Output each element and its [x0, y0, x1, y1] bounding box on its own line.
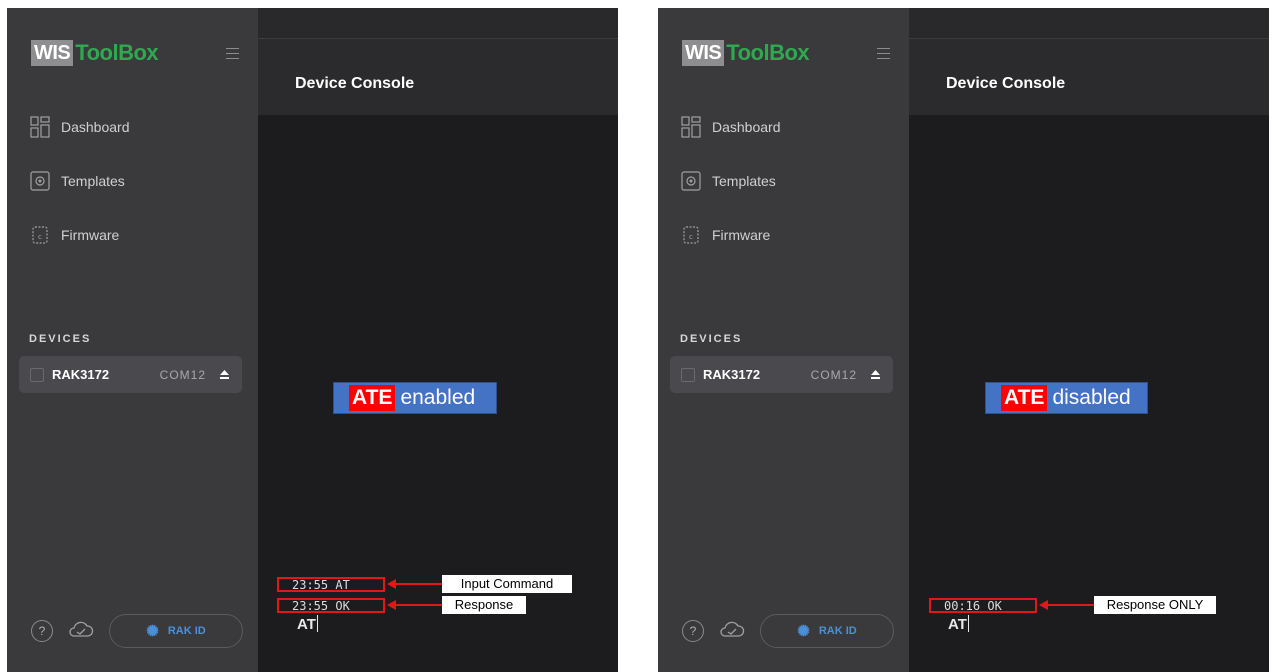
rak-id-label: RAK ID — [818, 625, 857, 637]
sidebar-item-label: Templates — [712, 173, 776, 189]
help-button[interactable]: ? — [31, 620, 53, 642]
device-name: RAK3172 — [52, 367, 110, 382]
page-title: Device Console — [946, 75, 1066, 92]
logo-toolbox: ToolBox — [75, 40, 159, 65]
eject-icon[interactable] — [871, 370, 880, 379]
ate-status-badge: ATE enabled — [333, 382, 497, 414]
cloud-sync-icon[interactable] — [719, 619, 745, 641]
logo-toolbox: ToolBox — [726, 40, 810, 65]
console-input[interactable]: AT — [297, 615, 318, 633]
firmware-icon: c — [29, 224, 51, 246]
page-title: Device Console — [295, 75, 415, 92]
device-port: COM12 — [159, 367, 206, 382]
svg-text:c: c — [689, 233, 693, 241]
svg-text:c: c — [38, 233, 42, 241]
callout-response-only: Response ONLY — [1094, 596, 1216, 614]
sidebar-item-templates[interactable]: Templates — [29, 166, 125, 196]
device-item[interactable]: RAK3172 COM12 — [670, 356, 893, 393]
ate-state: disabled — [1052, 386, 1131, 409]
firmware-icon: c — [680, 224, 702, 246]
console-log-line: 23:55 AT — [277, 577, 385, 592]
device-icon — [30, 367, 44, 382]
sidebar-item-label: Templates — [61, 173, 125, 189]
sidebar-item-label: Dashboard — [61, 119, 130, 135]
eject-icon[interactable] — [220, 370, 229, 379]
help-button[interactable]: ? — [682, 620, 704, 642]
panel-ate-enabled: WIS ToolBox Dashboard Templates c Firmwa… — [7, 8, 618, 672]
sidebar-item-firmware[interactable]: c Firmware — [29, 220, 119, 250]
page-header: Device Console — [909, 39, 1269, 115]
text-cursor — [316, 615, 318, 632]
rak-id-button[interactable]: ✺ RAK ID — [109, 614, 243, 648]
sidebar-item-templates[interactable]: Templates — [680, 166, 776, 196]
panel-ate-disabled: WIS ToolBox Dashboard Templates c Firmwa… — [658, 8, 1269, 672]
menu-icon[interactable] — [226, 48, 239, 59]
callout-response: Response — [442, 596, 526, 614]
menu-icon[interactable] — [877, 48, 890, 59]
devices-heading: DEVICES — [680, 333, 743, 345]
console-input-value: AT — [297, 616, 316, 633]
ate-label: ATE — [349, 385, 396, 411]
console-log-line: 23:55 OK — [277, 598, 385, 613]
text-cursor — [967, 615, 969, 632]
top-bar — [258, 8, 618, 39]
dashboard-icon — [680, 116, 702, 138]
logo: WIS ToolBox — [31, 40, 159, 66]
devices-heading: DEVICES — [29, 333, 92, 345]
logo-wis: WIS — [682, 40, 725, 66]
sidebar-item-label: Firmware — [61, 227, 120, 243]
sidebar: WIS ToolBox Dashboard Templates c Firmwa… — [7, 8, 258, 672]
callout-input-command: Input Command — [442, 575, 572, 593]
sidebar-item-dashboard[interactable]: Dashboard — [29, 112, 130, 142]
ate-state: enabled — [400, 386, 476, 409]
dashboard-icon — [29, 116, 51, 138]
sidebar-item-label: Firmware — [712, 227, 771, 243]
device-port: COM12 — [810, 367, 857, 382]
templates-icon — [680, 170, 702, 192]
rak-id-label: RAK ID — [167, 625, 206, 637]
cloud-sync-icon[interactable] — [68, 619, 94, 641]
top-bar — [909, 8, 1269, 39]
device-icon — [681, 367, 695, 382]
device-name: RAK3172 — [703, 367, 761, 382]
sidebar-item-dashboard[interactable]: Dashboard — [680, 112, 781, 142]
logo: WIS ToolBox — [682, 40, 810, 66]
rak-id-icon: ✺ — [797, 623, 810, 640]
logo-wis: WIS — [31, 40, 74, 66]
rak-id-button[interactable]: ✺ RAK ID — [760, 614, 894, 648]
ate-label: ATE — [1001, 385, 1048, 411]
page-header: Device Console — [258, 39, 618, 115]
console-input-value: AT — [948, 616, 967, 633]
console-input[interactable]: AT — [948, 615, 969, 633]
sidebar-item-label: Dashboard — [712, 119, 781, 135]
console-log-line: 00:16 OK — [929, 598, 1037, 613]
sidebar-item-firmware[interactable]: c Firmware — [680, 220, 770, 250]
callout-line — [395, 604, 442, 606]
callout-line — [1047, 604, 1094, 606]
sidebar: WIS ToolBox Dashboard Templates c Firmwa… — [658, 8, 909, 672]
rak-id-icon: ✺ — [146, 623, 159, 640]
templates-icon — [29, 170, 51, 192]
ate-status-badge: ATE disabled — [985, 382, 1148, 414]
callout-line — [395, 583, 442, 585]
device-item[interactable]: RAK3172 COM12 — [19, 356, 242, 393]
